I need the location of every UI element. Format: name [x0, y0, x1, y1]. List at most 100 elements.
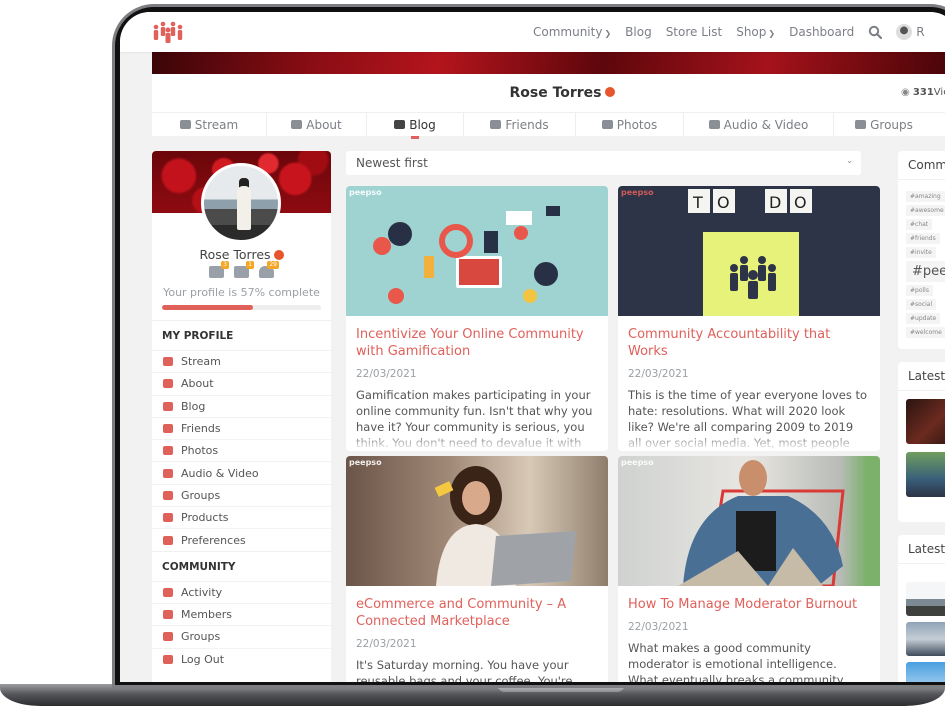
groups-icon: [163, 632, 173, 642]
sidebar-community-item-members[interactable]: Members: [152, 602, 331, 625]
hashtags-widget: Community Hashtags #amazing #awesome #chat…: [898, 151, 945, 349]
sidebar-community-item-groups[interactable]: Groups: [152, 625, 331, 647]
menu-item-label: Products: [181, 511, 229, 525]
post-date: 22/03/2021: [628, 368, 689, 380]
sidebar-item-blog[interactable]: Blog: [152, 394, 331, 417]
hashtag-link[interactable]: #polls: [906, 285, 933, 296]
home-icon: [179, 120, 191, 129]
sidebar-item-preferences[interactable]: Preferences: [152, 528, 331, 550]
sidebar-profile-name: Rose Torres: [152, 247, 331, 262]
user-icon: [163, 379, 173, 389]
photo-thumbnail[interactable]: [906, 662, 945, 682]
sidebar-community-item-activity[interactable]: Activity: [152, 580, 331, 603]
tab-photos[interactable]: Photos: [576, 113, 684, 136]
nav-community[interactable]: Community ❯: [533, 25, 611, 39]
sort-select[interactable]: Newest first ⌄: [346, 151, 861, 175]
post-title[interactable]: Incentivize Your Online Community with G…: [356, 326, 598, 360]
tab-label: Blog: [409, 117, 436, 132]
hashtag-link[interactable]: #friends: [906, 233, 940, 244]
svg-text:D: D: [769, 193, 781, 212]
post-image-accountability[interactable]: TODO peepso: [618, 186, 880, 316]
notification-badges: 3 1 29: [152, 261, 331, 278]
tab-stream[interactable]: Stream: [152, 113, 267, 136]
blog-post-card[interactable]: peepso Incentivize Your Online Community…: [346, 186, 608, 451]
sidebar-item-about[interactable]: About: [152, 372, 331, 394]
tab-label: Groups: [870, 117, 913, 132]
friend-requests-icon[interactable]: 3: [209, 261, 229, 278]
blog-post-card[interactable]: peepso eCommerce and Community – A Conne…: [346, 456, 608, 682]
sidebar-item-products[interactable]: Products: [152, 506, 331, 528]
sidebar-item-photos[interactable]: Photos: [152, 439, 331, 461]
profile-cover-image: [152, 52, 945, 74]
menu-item-label: Stream: [181, 355, 221, 369]
photo-thumbnail[interactable]: [906, 622, 945, 656]
post-image-ecommerce[interactable]: peepso: [346, 456, 608, 586]
video-thumbnail[interactable]: [906, 399, 945, 444]
tab-audio-video[interactable]: Audio & Video: [684, 113, 834, 136]
tab-blog[interactable]: Blog: [367, 113, 464, 139]
sidebar-community-item-log-out[interactable]: Log Out: [152, 647, 331, 670]
user-menu[interactable]: R: [896, 24, 925, 40]
video-thumbnail[interactable]: [906, 452, 945, 497]
nav-shop[interactable]: Shop ❯: [736, 25, 775, 39]
bell-icon[interactable]: 29: [259, 261, 279, 278]
post-excerpt: This is the time of year everyone loves …: [628, 388, 868, 450]
profile-header: Rose Torres ◉ 331Views: [152, 74, 945, 112]
sidebar-item-audio-video[interactable]: Audio & Video: [152, 461, 331, 483]
menu-item-label: Groups: [181, 488, 221, 502]
profile-completion-fill: [162, 305, 253, 310]
post-image-gamification[interactable]: peepso: [346, 186, 608, 316]
latest-videos-title: Latest Videos: [898, 362, 945, 391]
hashtag-link[interactable]: #awesome: [906, 205, 945, 216]
nav-store-list[interactable]: Store List: [666, 25, 723, 39]
community-heading: COMMUNITY: [152, 550, 331, 581]
tab-label: Stream: [194, 117, 239, 132]
search-icon[interactable]: [868, 25, 883, 39]
tab-label: Photos: [616, 117, 658, 132]
sidebar-item-friends[interactable]: Friends: [152, 416, 331, 439]
profile-name-heading: Rose Torres: [152, 85, 945, 101]
blog-icon: [394, 120, 406, 129]
menu-item-label: Activity: [181, 585, 223, 599]
photo-thumbnail[interactable]: [906, 582, 945, 616]
tab-friends[interactable]: Friends: [464, 113, 576, 136]
hashtag-link[interactable]: #amazing: [906, 191, 945, 202]
alerts-count: 29: [267, 261, 279, 269]
post-excerpt: It's Saturday morning. You have your reu…: [356, 658, 573, 682]
profile-views: ◉ 331Views: [901, 87, 945, 98]
nav-blog[interactable]: Blog: [625, 25, 652, 39]
chevron-down-icon: ⌄: [846, 156, 853, 165]
user-icon: [291, 120, 303, 129]
menu-item-label: Audio & Video: [181, 466, 259, 480]
tab-about[interactable]: About: [267, 113, 367, 136]
sidebar-item-groups[interactable]: Groups: [152, 483, 331, 506]
sidebar-name-text[interactable]: Rose Torres: [199, 247, 270, 262]
hashtag-cloud: #amazing #awesome #chat #friends #invite #pee…: [898, 180, 945, 338]
hashtag-link[interactable]: #chat: [906, 219, 933, 230]
blog-post-card[interactable]: peepso How To Manage Moderator Burnout 2…: [618, 456, 880, 682]
hashtag-link[interactable]: #update: [906, 313, 941, 324]
blog-post-card[interactable]: TODO peepso Community Accountability tha…: [618, 186, 880, 451]
groups-icon: [163, 490, 173, 500]
groups-icon: [855, 120, 867, 129]
nav-dashboard[interactable]: Dashboard: [789, 25, 854, 39]
post-date: 22/03/2021: [356, 368, 417, 380]
hashtag-link[interactable]: #welcome: [906, 327, 945, 338]
hashtag-link[interactable]: #peepso: [906, 261, 945, 282]
hashtag-link[interactable]: #invite: [906, 247, 936, 258]
profile-avatar[interactable]: [201, 163, 281, 243]
video-icon: [708, 120, 720, 129]
messages-icon[interactable]: 1: [234, 261, 254, 278]
my-profile-heading: MY PROFILE: [152, 320, 331, 350]
profile-tabs: Stream About Blog Friends Photos Audio &…: [152, 112, 945, 139]
tab-groups[interactable]: Groups: [834, 113, 934, 136]
chevron-down-icon: ❯: [604, 29, 612, 38]
sidebar-item-stream[interactable]: Stream: [152, 350, 331, 372]
hashtag-link[interactable]: #social: [906, 299, 937, 310]
post-title[interactable]: How To Manage Moderator Burnout: [628, 596, 870, 613]
community-logo-icon[interactable]: [152, 21, 184, 43]
profile-completion-text: Your profile is 57% complete: [163, 286, 320, 299]
post-title[interactable]: eCommerce and Community – A Connected Ma…: [356, 596, 598, 630]
post-image-burnout[interactable]: peepso: [618, 456, 880, 588]
post-title[interactable]: Community Accountability that Works: [628, 326, 870, 360]
